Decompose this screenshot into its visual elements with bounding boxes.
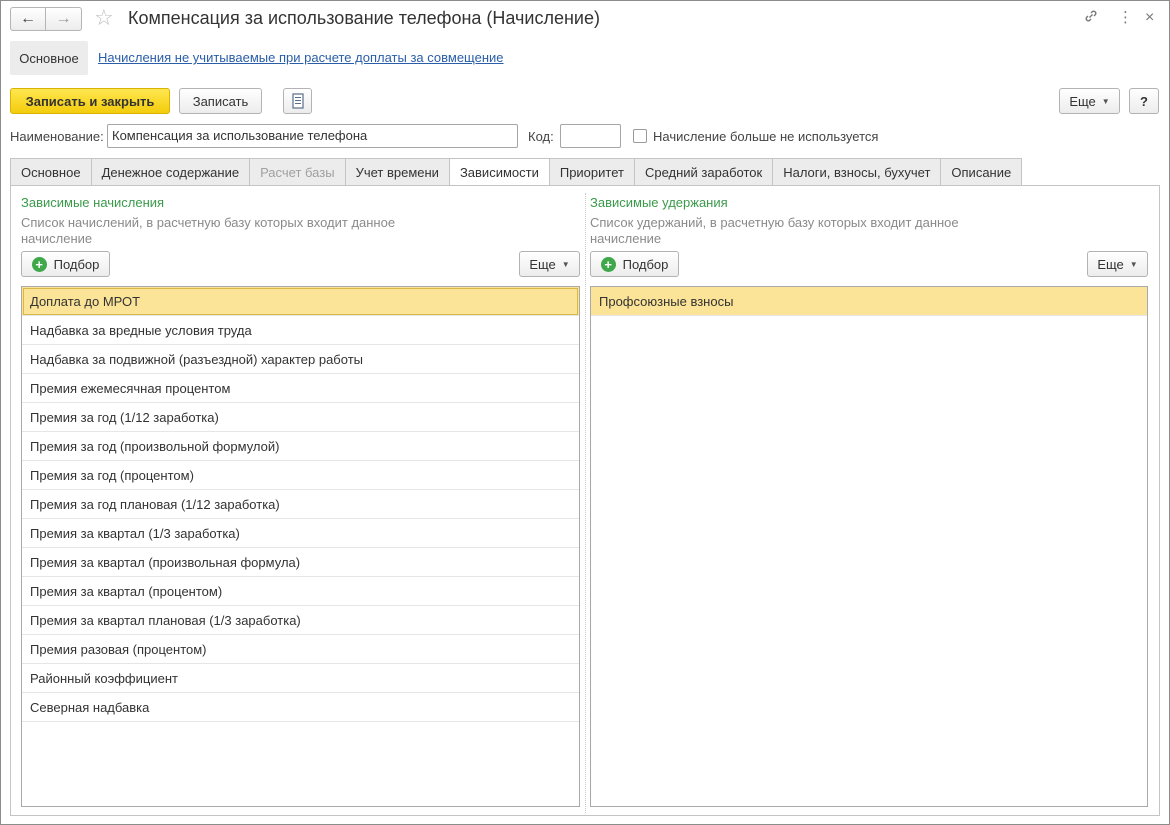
list-item[interactable]: Районный коэффициент: [22, 664, 579, 693]
tab-average-earnings[interactable]: Средний заработок: [633, 158, 773, 186]
right-pick-label: Подбор: [622, 256, 669, 272]
list-item[interactable]: Премия за год (процентом): [22, 461, 579, 490]
list-item[interactable]: Доплата до МРОТ: [22, 287, 579, 316]
more-button[interactable]: Еще ▼: [1059, 88, 1120, 114]
save-and-close-button[interactable]: Записать и закрыть: [10, 88, 170, 114]
dependent-deductions-list[interactable]: Профсоюзные взносы: [590, 286, 1148, 807]
list-item[interactable]: Надбавка за вредные условия труда: [22, 316, 579, 345]
help-button[interactable]: ?: [1129, 88, 1159, 114]
tab-monetary[interactable]: Денежное содержание: [90, 158, 250, 186]
more-vertical-icon[interactable]: ⋮: [1118, 8, 1133, 28]
code-field[interactable]: [560, 124, 621, 148]
tab-taxes[interactable]: Налоги, взносы, бухучет: [772, 158, 941, 186]
tab-dependencies[interactable]: Зависимости: [448, 158, 549, 186]
right-pick-button[interactable]: + Подбор: [590, 251, 679, 277]
chevron-down-icon: ▼: [1129, 259, 1138, 269]
subnav-main[interactable]: Основное: [10, 41, 88, 75]
report-icon[interactable]: [283, 88, 312, 114]
list-item[interactable]: Премия разовая (процентом): [22, 635, 579, 664]
name-label: Наименование:: [10, 129, 104, 144]
dependent-accruals-description: Список начислений, в расчетную базу кото…: [21, 215, 396, 246]
list-item[interactable]: Премия за год плановая (1/12 заработка): [22, 490, 579, 519]
window-title: Компенсация за использование телефона (Н…: [128, 8, 600, 28]
dependent-deductions-description: Список удержаний, в расчетную базу котор…: [590, 215, 959, 246]
subnav-link-not-accounted[interactable]: Начисления не учитываемые при расчете до…: [98, 50, 504, 65]
list-item[interactable]: Профсоюзные взносы: [591, 287, 1147, 316]
list-item[interactable]: Премия за квартал плановая (1/3 заработк…: [22, 606, 579, 635]
list-item[interactable]: Премия за квартал (процентом): [22, 577, 579, 606]
code-label: Код:: [528, 129, 554, 144]
close-icon[interactable]: ×: [1145, 8, 1154, 28]
star-icon[interactable]: ☆: [94, 5, 114, 31]
list-item[interactable]: Надбавка за подвижной (разъездной) харак…: [22, 345, 579, 374]
dependent-deductions-title: Зависимые удержания: [590, 195, 728, 210]
tab-main[interactable]: Основное: [10, 158, 91, 186]
more-button-label: Еще: [1069, 93, 1096, 109]
right-more-button[interactable]: Еще ▼: [1087, 251, 1148, 277]
not-used-checkbox[interactable]: [633, 129, 647, 143]
name-field[interactable]: Компенсация за использование телефона: [107, 124, 518, 148]
left-pick-button[interactable]: + Подбор: [21, 251, 110, 277]
not-used-label[interactable]: Начисление больше не используется: [653, 129, 878, 144]
left-more-label: Еще: [529, 256, 556, 272]
list-item[interactable]: Премия за квартал (1/3 заработка): [22, 519, 579, 548]
forward-arrow-icon[interactable]: →: [46, 7, 82, 31]
left-pick-label: Подбор: [53, 256, 100, 272]
plus-icon: +: [600, 256, 616, 272]
dependent-accruals-list[interactable]: Доплата до МРОТ Надбавка за вредные усло…: [21, 286, 580, 807]
link-icon[interactable]: [1083, 8, 1099, 30]
column-divider: [585, 193, 586, 813]
tab-bar: Основное Денежное содержание Расчет базы…: [10, 158, 1023, 186]
tab-time-tracking[interactable]: Учет времени: [344, 158, 449, 186]
right-more-label: Еще: [1097, 256, 1124, 272]
save-button[interactable]: Записать: [179, 88, 262, 114]
left-more-button[interactable]: Еще ▼: [519, 251, 580, 277]
tab-description[interactable]: Описание: [940, 158, 1023, 186]
chevron-down-icon: ▼: [561, 259, 570, 269]
list-item[interactable]: Северная надбавка: [22, 693, 579, 722]
form-window: ← → ☆ Компенсация за использование телеф…: [0, 0, 1170, 825]
list-item[interactable]: Премия за год (произвольной формулой): [22, 432, 579, 461]
chevron-down-icon: ▼: [1101, 96, 1110, 106]
tab-base-calc[interactable]: Расчет базы: [249, 158, 345, 186]
dependent-accruals-title: Зависимые начисления: [21, 195, 165, 210]
list-item[interactable]: Премия за квартал (произвольная формула): [22, 548, 579, 577]
list-item[interactable]: Премия за год (1/12 заработка): [22, 403, 579, 432]
plus-icon: +: [31, 256, 47, 272]
list-item[interactable]: Премия ежемесячная процентом: [22, 374, 579, 403]
back-arrow-icon[interactable]: ←: [10, 7, 46, 31]
tab-priority[interactable]: Приоритет: [548, 158, 634, 186]
